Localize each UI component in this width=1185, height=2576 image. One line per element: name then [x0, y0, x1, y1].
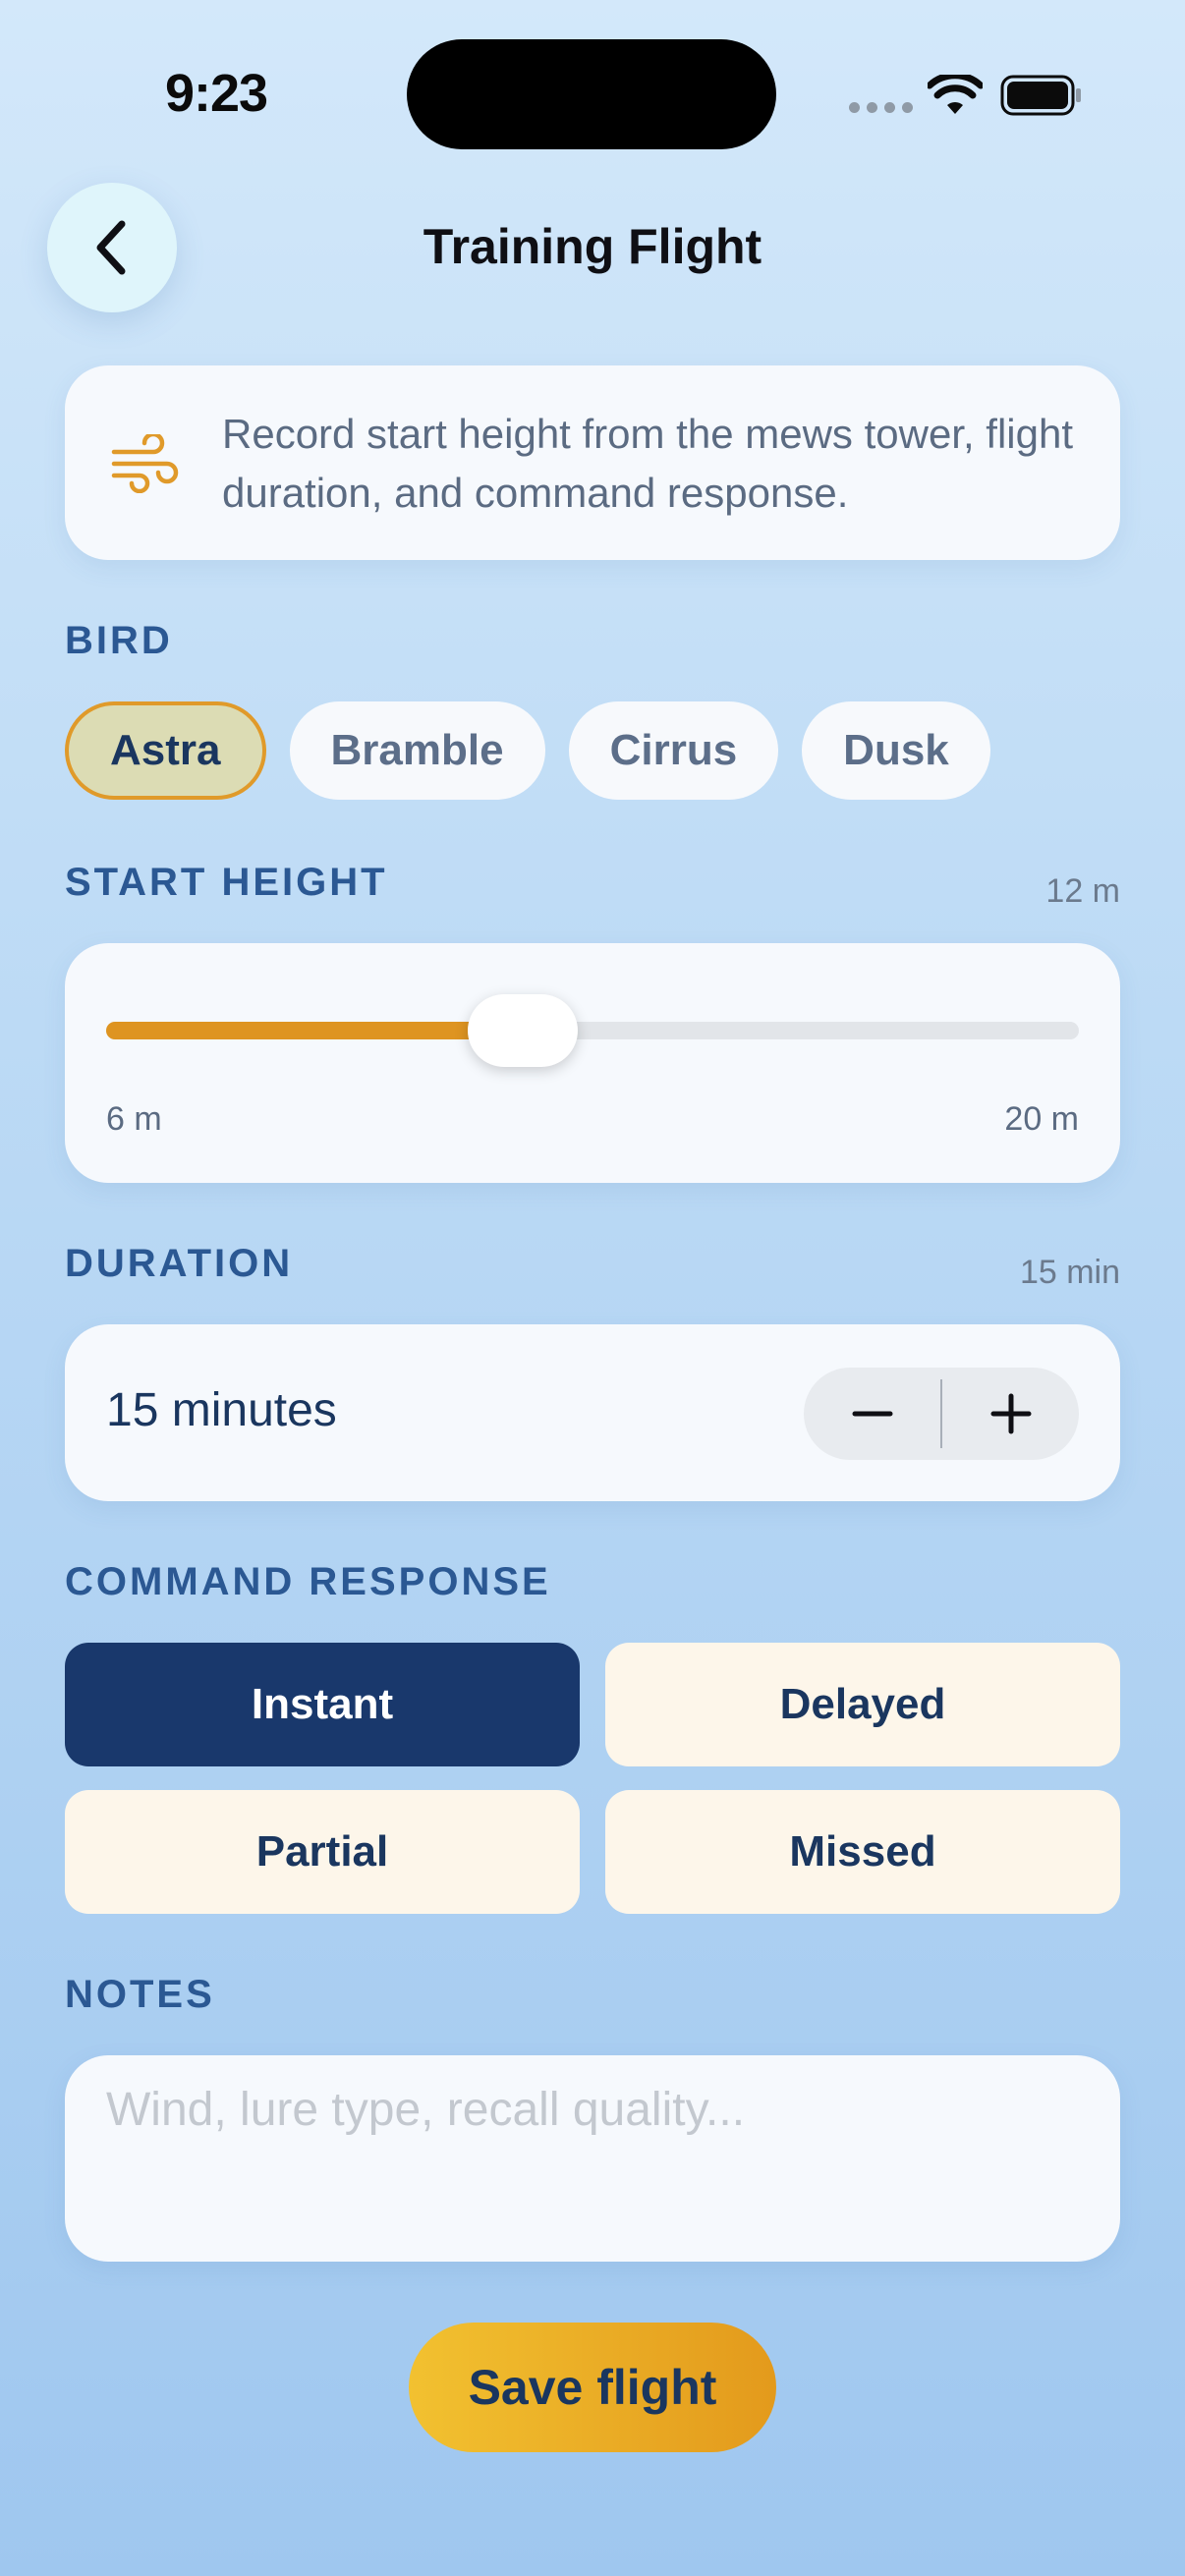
wifi-icon — [926, 72, 985, 121]
wind-icon — [110, 431, 181, 498]
response-missed[interactable]: Missed — [605, 1790, 1120, 1914]
duration-field-value: 15 minutes — [106, 1384, 337, 1436]
bird-chip-astra[interactable]: Astra — [65, 701, 266, 800]
page-title: Training Flight — [423, 219, 762, 274]
cellular-signal-icon — [849, 102, 913, 113]
height-slider-fill — [106, 1022, 524, 1039]
bird-chips: Astra Bramble Cirrus Dusk — [65, 701, 990, 800]
bird-chip-bramble[interactable]: Bramble — [289, 701, 545, 800]
info-text: Record start height from the mews tower,… — [222, 411, 1074, 516]
duration-label: DURATION — [65, 1242, 294, 1285]
bird-chip-cirrus[interactable]: Cirrus — [568, 701, 779, 800]
response-instant[interactable]: Instant — [65, 1643, 580, 1766]
command-response-label: COMMAND RESPONSE — [65, 1560, 551, 1603]
decrement-button[interactable] — [804, 1368, 940, 1460]
dynamic-island — [407, 39, 776, 149]
plus-icon — [990, 1393, 1031, 1434]
bird-label: BIRD — [65, 619, 173, 662]
minus-icon — [852, 1411, 892, 1417]
increment-button[interactable] — [942, 1368, 1079, 1460]
height-max-label: 20 m — [1004, 1100, 1079, 1138]
start-height-card: 6 m 20 m — [65, 943, 1120, 1183]
start-height-label: START HEIGHT — [65, 861, 388, 904]
save-flight-button[interactable]: Save flight — [409, 2323, 776, 2452]
info-card: Record start height from the mews tower,… — [65, 365, 1120, 560]
duration-card: 15 minutes — [65, 1324, 1120, 1501]
notes-field[interactable]: Wind, lure type, recall quality... — [65, 2055, 1120, 2262]
height-slider-track[interactable] — [106, 1022, 1079, 1039]
duration-value: 15 min — [1019, 1254, 1120, 1291]
bird-chip-dusk[interactable]: Dusk — [802, 701, 990, 800]
height-min-label: 6 m — [106, 1100, 162, 1138]
notes-label: NOTES — [65, 1973, 215, 2016]
response-delayed[interactable]: Delayed — [605, 1643, 1120, 1766]
status-time: 9:23 — [165, 64, 268, 123]
height-slider-thumb[interactable] — [468, 994, 579, 1067]
response-partial[interactable]: Partial — [65, 1790, 580, 1914]
start-height-value: 12 m — [1045, 872, 1120, 910]
duration-stepper — [804, 1368, 1079, 1460]
battery-icon — [1000, 75, 1083, 121]
